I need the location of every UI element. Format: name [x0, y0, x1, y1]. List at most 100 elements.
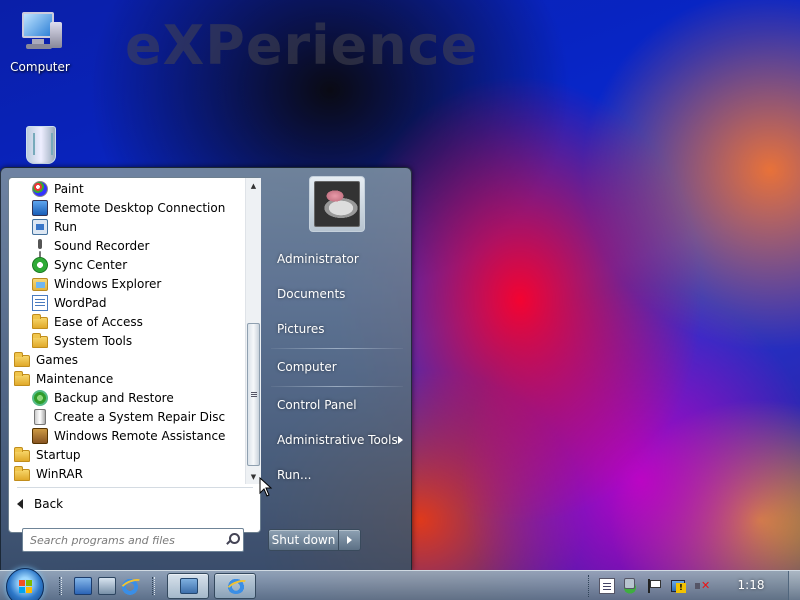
- desktop-icon-label: Computer: [10, 60, 70, 74]
- network-warning-icon[interactable]: [670, 578, 686, 594]
- program-item[interactable]: Games: [9, 350, 245, 369]
- scroll-up-icon[interactable]: ▲: [246, 178, 261, 193]
- explorer-icon: [32, 278, 48, 291]
- program-item[interactable]: WinRAR: [9, 464, 245, 483]
- folder-icon: [32, 313, 48, 329]
- program-label: Games: [36, 352, 78, 367]
- control-panel-icon: [180, 578, 198, 594]
- back-button[interactable]: Back: [17, 494, 63, 514]
- folder-icon: [32, 332, 48, 348]
- program-item[interactable]: Paint: [9, 179, 245, 198]
- program-label: Create a System Repair Disc: [54, 409, 226, 424]
- programs-scrollbar[interactable]: ▲ ▼: [245, 178, 261, 484]
- action-center-doc-icon[interactable]: [599, 578, 615, 594]
- menu-item-run[interactable]: Run...: [271, 464, 403, 486]
- toolbar-grip[interactable]: [152, 577, 155, 595]
- program-label: Backup and Restore: [54, 390, 174, 405]
- folder-icon: [14, 370, 30, 386]
- scroll-thumb[interactable]: [247, 323, 260, 466]
- paint-icon: [32, 180, 48, 197]
- run-icon: [32, 218, 48, 235]
- program-item[interactable]: Run: [9, 217, 245, 236]
- recycle-bin-icon: [16, 120, 64, 168]
- taskbar: 1:18: [0, 568, 800, 600]
- program-item[interactable]: Remote Desktop Connection: [9, 198, 245, 217]
- security-shield-icon[interactable]: [622, 578, 638, 594]
- microphone-icon: [32, 238, 48, 254]
- wallpaper-watermark: eXPerience: [125, 14, 479, 77]
- remote-desktop-icon: [32, 199, 48, 216]
- search-input[interactable]: [23, 529, 221, 551]
- all-programs-list[interactable]: Paint Remote Desktop Connection Run Sound R…: [9, 178, 245, 484]
- submenu-arrow-icon: [398, 436, 403, 444]
- toolbar-grip[interactable]: [59, 577, 62, 595]
- program-label: Sound Recorder: [54, 238, 150, 253]
- program-label: Remote Desktop Connection: [54, 200, 226, 215]
- menu-item-administrative-tools[interactable]: Administrative Tools: [271, 429, 403, 451]
- program-label: Ease of Access: [54, 314, 143, 329]
- program-label: Windows Explorer: [54, 276, 162, 291]
- switch-windows-icon[interactable]: [98, 577, 116, 595]
- folder-icon: [14, 351, 30, 367]
- program-item[interactable]: Backup and Restore: [9, 388, 245, 407]
- desktop-icon-recycle-bin[interactable]: [5, 120, 75, 172]
- program-label: Maintenance: [36, 371, 114, 386]
- program-item[interactable]: Windows Remote Assistance: [9, 426, 245, 445]
- back-arrow-icon: [17, 499, 23, 509]
- menu-item-pictures[interactable]: Pictures: [271, 318, 403, 340]
- menu-item-administrator[interactable]: Administrator: [271, 248, 403, 270]
- program-label: WordPad: [54, 295, 107, 310]
- program-item[interactable]: Sound Recorder: [9, 236, 245, 255]
- windows-logo-icon: [19, 580, 33, 594]
- internet-explorer-icon[interactable]: [121, 577, 139, 595]
- divider: [17, 487, 253, 488]
- program-item[interactable]: Windows Explorer: [9, 274, 245, 293]
- shutdown-options-arrow-icon[interactable]: [339, 530, 360, 550]
- shutdown-button[interactable]: Shut down: [269, 530, 339, 550]
- computer-icon: [16, 8, 64, 56]
- internet-explorer-icon: [227, 578, 245, 594]
- avatar: [314, 181, 360, 227]
- flag-icon[interactable]: [645, 578, 661, 594]
- program-item[interactable]: System Tools: [9, 331, 245, 350]
- start-button[interactable]: [6, 568, 44, 600]
- sync-center-icon: [32, 256, 48, 273]
- desktop-icon-computer[interactable]: Computer: [5, 8, 75, 74]
- program-item[interactable]: Sync Center: [9, 255, 245, 274]
- menu-separator: [271, 348, 403, 349]
- show-desktop-button[interactable]: [788, 571, 800, 600]
- menu-item-computer[interactable]: Computer: [271, 356, 403, 378]
- remote-assistance-icon: [32, 427, 48, 444]
- program-item[interactable]: Create a System Repair Disc: [9, 407, 245, 426]
- start-menu: Paint Remote Desktop Connection Run Sound R…: [0, 167, 412, 571]
- show-desktop-icon[interactable]: [74, 577, 92, 595]
- menu-item-label: Administrative Tools: [277, 433, 398, 447]
- menu-separator: [271, 386, 403, 387]
- program-label: WinRAR: [36, 466, 83, 481]
- program-label: Paint: [54, 181, 84, 196]
- backup-icon: [32, 389, 48, 406]
- program-label: Startup: [36, 447, 81, 462]
- back-label: Back: [34, 497, 64, 511]
- folder-icon: [14, 465, 30, 481]
- program-item[interactable]: Startup: [9, 445, 245, 464]
- repair-disc-icon: [34, 408, 46, 425]
- shutdown-group: Shut down: [268, 529, 361, 551]
- taskbar-button-control-panel[interactable]: [167, 573, 209, 599]
- wordpad-icon: [32, 294, 48, 311]
- folder-icon: [14, 446, 30, 462]
- volume-muted-icon[interactable]: [694, 578, 710, 594]
- search-box[interactable]: [22, 528, 244, 552]
- tray-separator: [588, 575, 590, 597]
- programs-pane: Paint Remote Desktop Connection Run Sound R…: [8, 177, 261, 533]
- taskbar-button-internet-explorer[interactable]: [214, 573, 256, 599]
- program-item[interactable]: Maintenance: [9, 369, 245, 388]
- program-item[interactable]: Ease of Access: [9, 312, 245, 331]
- search-icon[interactable]: [225, 533, 240, 546]
- program-item[interactable]: WordPad: [9, 293, 245, 312]
- user-picture[interactable]: [309, 176, 365, 232]
- program-label: System Tools: [54, 333, 133, 348]
- menu-item-documents[interactable]: Documents: [271, 283, 403, 305]
- menu-item-control-panel[interactable]: Control Panel: [271, 394, 403, 416]
- taskbar-clock[interactable]: 1:18: [728, 578, 774, 592]
